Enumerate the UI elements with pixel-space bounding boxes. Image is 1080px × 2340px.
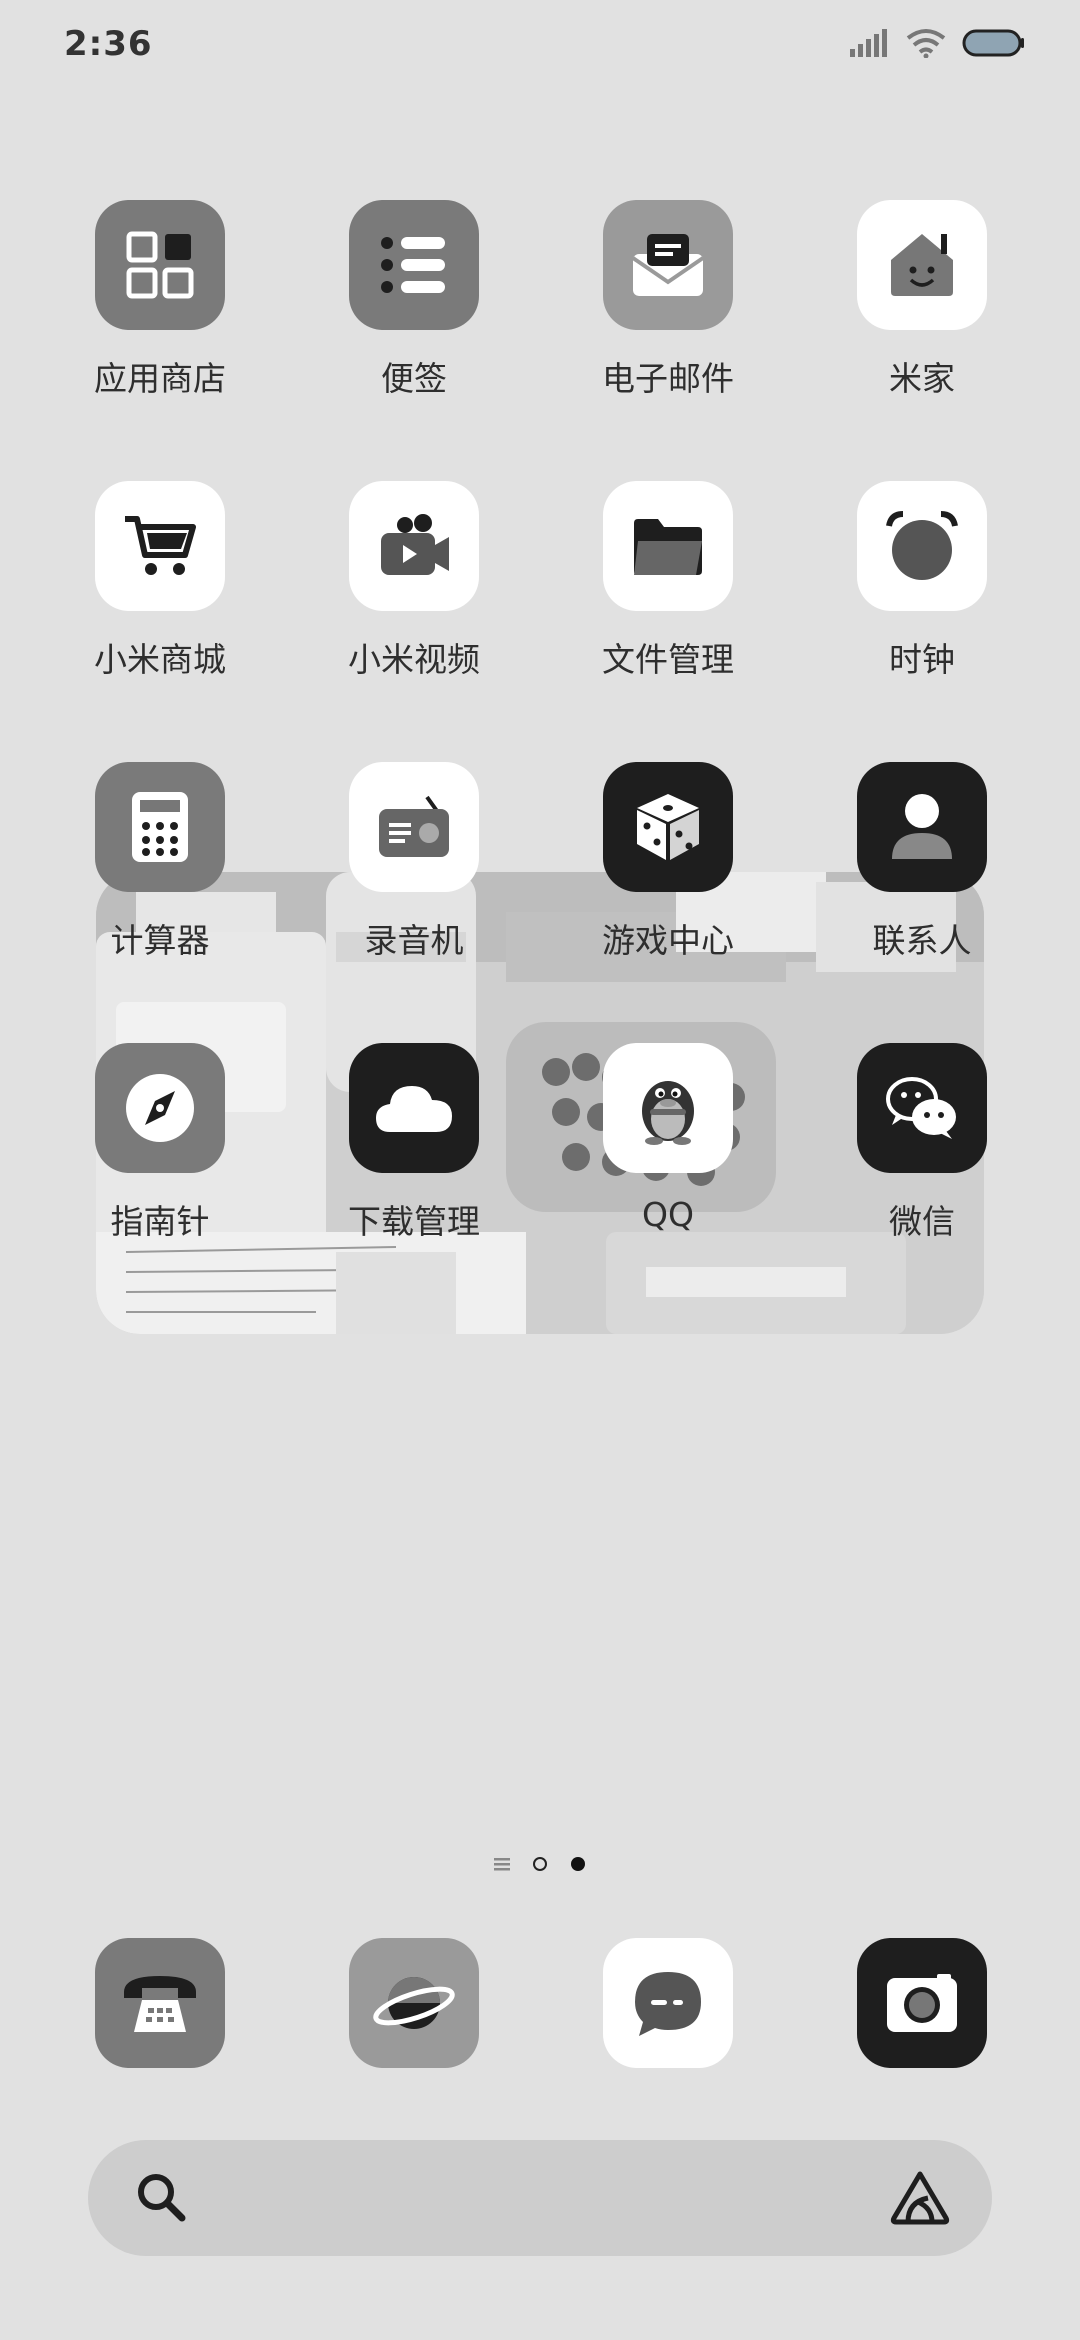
wifi-icon (906, 29, 946, 58)
alarm-clock-icon (857, 481, 987, 611)
app-store-icon (95, 200, 225, 330)
menu-lines-icon (494, 1858, 510, 1871)
email-icon (603, 200, 733, 330)
browser-app[interactable] (349, 1938, 479, 2068)
app-label: 电子邮件 (602, 359, 734, 398)
search-icon (138, 2174, 186, 2222)
app-label: 文件管理 (602, 640, 734, 679)
messages-icon (635, 1972, 701, 2036)
app-label: 应用商店 (94, 359, 226, 398)
signal-icon (850, 29, 887, 57)
cloud-icon (349, 1043, 479, 1173)
page-indicator[interactable] (0, 1852, 1080, 1876)
app-应用商店[interactable]: 应用商店 (60, 200, 260, 430)
dice-icon (603, 762, 733, 892)
status-icons (850, 28, 1024, 58)
page-dot-inactive (533, 1857, 547, 1871)
wechat-icon (857, 1043, 987, 1173)
person-icon (857, 762, 987, 892)
page-dot-active (571, 1857, 585, 1871)
notes-icon (349, 200, 479, 330)
status-bar: 2:36 (0, 0, 1080, 96)
messages-app[interactable] (603, 1938, 733, 2068)
status-time: 2:36 (64, 24, 153, 64)
search-bar[interactable] (88, 2140, 992, 2256)
app-label: 计算器 (110, 921, 210, 960)
compass-icon (95, 1043, 225, 1173)
app-label: QQ (642, 1195, 694, 1234)
phone-icon (124, 1976, 196, 2032)
app-label: 小米视频 (348, 640, 480, 679)
battery-icon (962, 29, 1024, 57)
app-label: 指南针 (110, 1202, 210, 1241)
phone-app[interactable] (95, 1938, 225, 2068)
mi-home-icon (857, 200, 987, 330)
app-米家[interactable]: 米家 (822, 200, 1022, 430)
app-QQ[interactable]: QQ (568, 1043, 768, 1273)
app-label: 下载管理 (348, 1202, 480, 1241)
browser-planet-icon (373, 1977, 455, 2029)
folder-icon (603, 481, 733, 611)
camera-icon (887, 1974, 957, 2032)
app-文件管理[interactable]: 文件管理 (568, 481, 768, 711)
app-label: 联系人 (872, 921, 972, 960)
assistant-icon[interactable] (888, 2168, 952, 2228)
app-label: 游戏中心 (602, 921, 734, 960)
app-label: 时钟 (889, 640, 955, 679)
camera-app[interactable] (857, 1938, 987, 2068)
app-label: 微信 (889, 1202, 955, 1241)
app-计算器[interactable]: 计算器 (60, 762, 260, 992)
app-指南针[interactable]: 指南针 (60, 1043, 260, 1273)
app-电子邮件[interactable]: 电子邮件 (568, 200, 768, 430)
penguin-icon (603, 1043, 733, 1173)
app-label: 录音机 (364, 921, 464, 960)
shopping-cart-icon (95, 481, 225, 611)
app-游戏中心[interactable]: 游戏中心 (568, 762, 768, 992)
video-camera-icon (349, 481, 479, 611)
app-录音机[interactable]: 录音机 (314, 762, 514, 992)
app-便签[interactable]: 便签 (314, 200, 514, 430)
app-小米视频[interactable]: 小米视频 (314, 481, 514, 711)
app-下载管理[interactable]: 下载管理 (314, 1043, 514, 1273)
calculator-icon (95, 762, 225, 892)
app-联系人[interactable]: 联系人 (822, 762, 1022, 992)
app-微信[interactable]: 微信 (822, 1043, 1022, 1273)
app-label: 小米商城 (94, 640, 226, 679)
app-时钟[interactable]: 时钟 (822, 481, 1022, 711)
app-小米商城[interactable]: 小米商城 (60, 481, 260, 711)
app-label: 便签 (381, 359, 447, 398)
app-label: 米家 (889, 359, 955, 398)
radio-icon (349, 762, 479, 892)
